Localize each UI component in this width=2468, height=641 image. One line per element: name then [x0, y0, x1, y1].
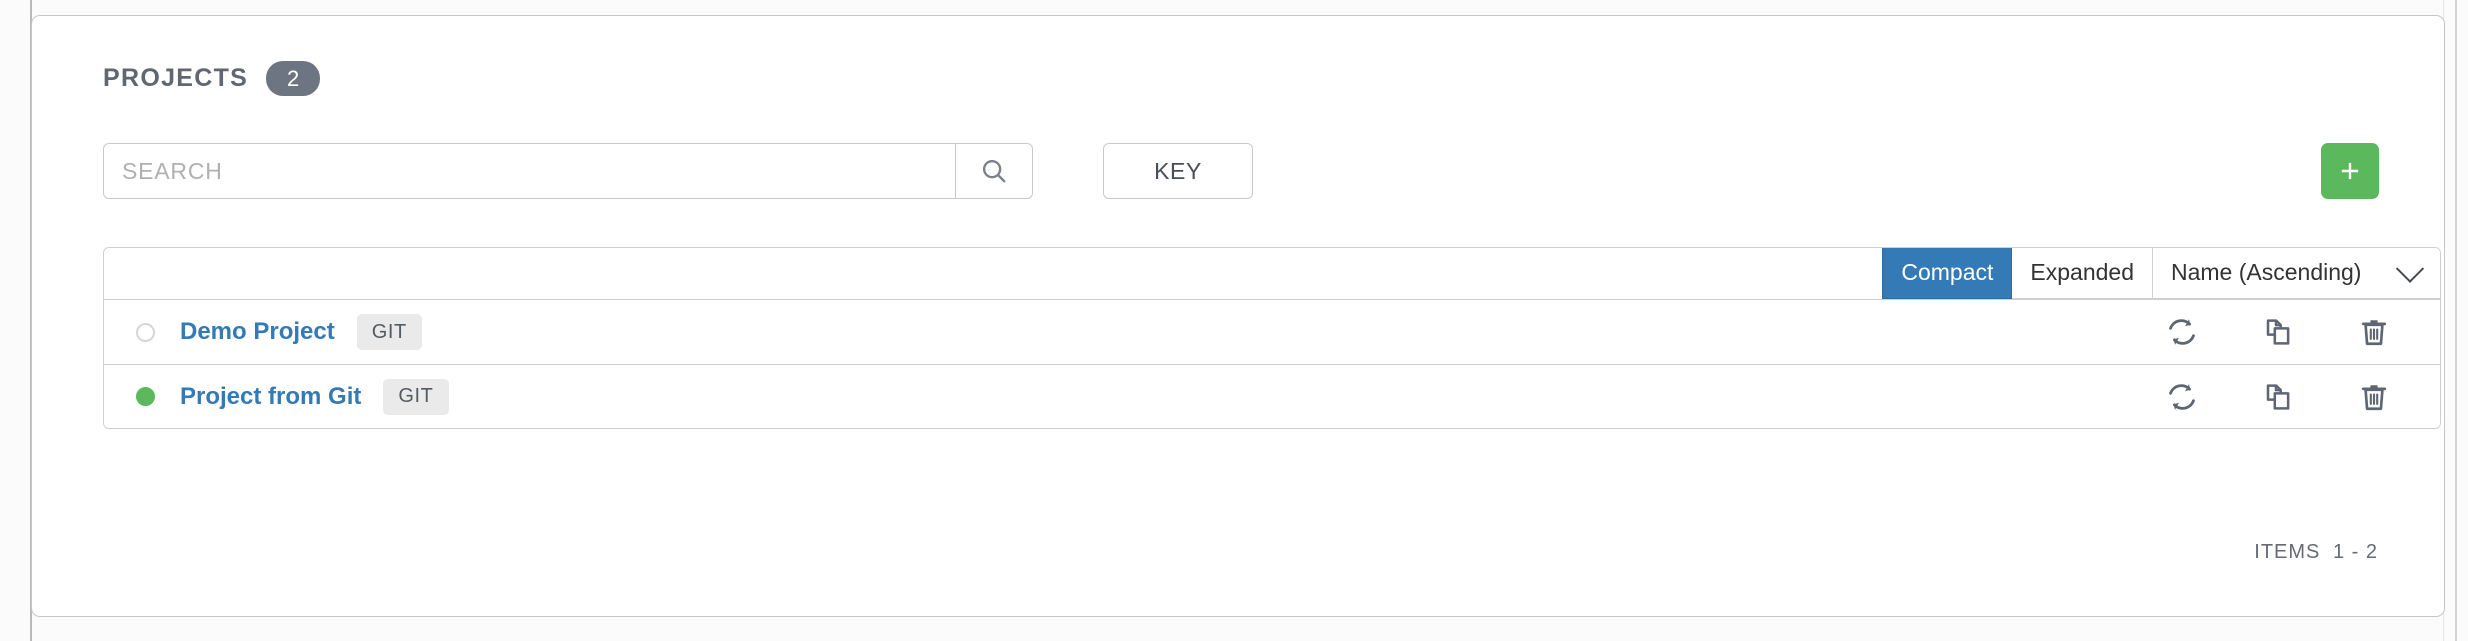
project-count-badge: 2	[266, 61, 321, 96]
project-name-link[interactable]: Project from Git	[180, 383, 361, 411]
view-expanded-button[interactable]: Expanded	[2012, 248, 2153, 299]
sort-order-label: Name (Ascending)	[2171, 259, 2362, 285]
page-root: PROJECTS 2 KEY	[0, 0, 2468, 641]
trash-icon	[2361, 320, 2387, 346]
search-icon	[982, 159, 1006, 183]
search-group	[103, 143, 1033, 199]
sync-project-button[interactable]	[2134, 302, 2230, 362]
projects-list: Compact Expanded Name (Ascending) Demo P…	[103, 247, 2441, 429]
sync-project-button[interactable]	[2134, 367, 2230, 427]
copy-project-button[interactable]	[2230, 302, 2326, 362]
page-title: PROJECTS	[103, 64, 249, 92]
scm-type-badge: GIT	[383, 378, 449, 415]
trash-icon	[2361, 384, 2387, 410]
search-button[interactable]	[955, 143, 1033, 199]
list-toolbar: Compact Expanded Name (Ascending)	[104, 248, 2440, 300]
sort-order-select[interactable]: Name (Ascending)	[2152, 248, 2440, 299]
key-button[interactable]: KEY	[1103, 143, 1253, 199]
delete-project-button[interactable]	[2326, 367, 2422, 427]
status-indicator	[136, 322, 155, 342]
card-header: PROJECTS 2	[103, 61, 321, 96]
status-indicator	[136, 387, 155, 406]
sync-icon	[2169, 383, 2195, 410]
projects-card: PROJECTS 2 KEY	[31, 15, 2445, 617]
table-row[interactable]: Demo Project GIT	[104, 300, 2440, 364]
sync-icon	[2169, 319, 2195, 345]
copy-project-button[interactable]	[2230, 367, 2326, 427]
search-input[interactable]	[103, 143, 955, 199]
project-name-link[interactable]: Demo Project	[180, 318, 335, 346]
add-project-button[interactable]	[2321, 143, 2379, 199]
copy-icon	[2266, 319, 2290, 345]
row-actions	[2134, 302, 2440, 362]
view-mode-toggle: Compact Expanded	[1882, 248, 2153, 299]
items-label: ITEMS	[2254, 541, 2321, 563]
page-right-divider	[2455, 0, 2457, 641]
items-range: 1 - 2	[2332, 541, 2378, 563]
copy-icon	[2266, 383, 2290, 410]
table-row[interactable]: Project from Git GIT	[104, 364, 2440, 428]
chevron-down-icon	[2395, 254, 2425, 283]
list-rows: Demo Project GIT Project from Git GIT	[104, 300, 2440, 428]
scm-type-badge: GIT	[356, 314, 422, 350]
plus-icon	[2341, 162, 2359, 180]
view-compact-button[interactable]: Compact	[1882, 248, 2013, 299]
search-toolbar: KEY	[103, 143, 2379, 199]
pagination-footer: ITEMS 1 - 2	[103, 541, 2378, 564]
delete-project-button[interactable]	[2326, 302, 2422, 362]
row-actions	[2134, 367, 2440, 427]
